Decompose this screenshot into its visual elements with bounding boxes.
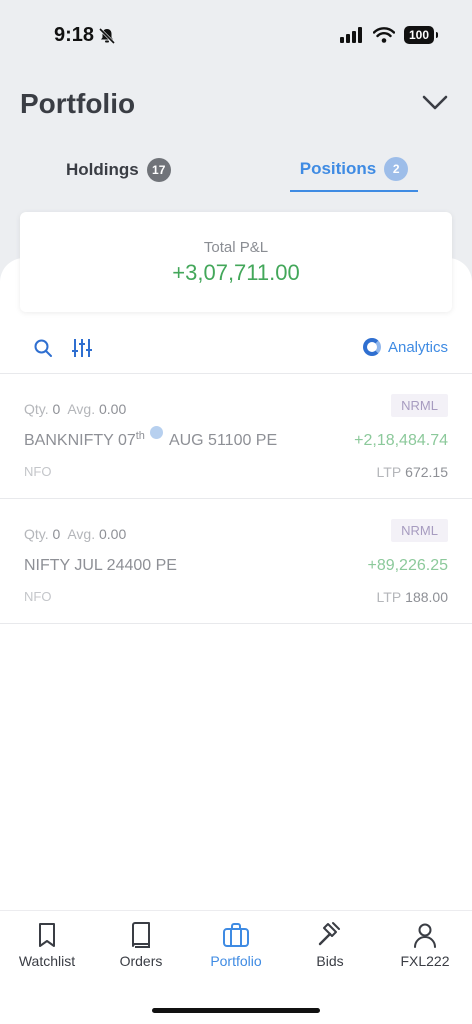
qty-label: Qty. — [24, 401, 49, 417]
portfolio-tabs: Holdings 17 Positions 2 — [0, 148, 472, 196]
count-badge: 2 — [384, 157, 409, 181]
avg-value: 0.00 — [99, 526, 127, 542]
ltp-value: 672.15 — [405, 464, 448, 480]
qty-avg: Qty. 0 Avg. 0.00 — [24, 401, 126, 417]
bell-muted-icon — [98, 27, 116, 44]
book-icon — [132, 922, 150, 948]
page-title: Portfolio — [20, 88, 136, 119]
home-indicator[interactable] — [152, 1008, 320, 1013]
nav-label: Bids — [316, 953, 344, 969]
positions-toolbar: Analytics — [0, 330, 472, 370]
bottom-nav: Watchlist Orders Portfolio Bids FXL222 — [0, 910, 472, 1024]
bookmark-icon — [39, 923, 55, 947]
nav-orders[interactable]: Orders — [94, 921, 188, 969]
exchange-label: NFO — [24, 589, 52, 604]
ltp-value: 188.00 — [405, 589, 448, 605]
nav-portfolio[interactable]: Portfolio — [189, 921, 283, 969]
symbol-part: BANKNIFTY 07 — [24, 432, 136, 449]
total-pnl-label: Total P&L — [203, 239, 269, 256]
status-indicators: 100 — [339, 26, 439, 44]
qty-value: 0 — [52, 526, 61, 542]
search-icon[interactable] — [33, 338, 53, 358]
signal-icon — [339, 27, 362, 43]
avg-label: Avg. — [67, 401, 96, 417]
position-pnl: +2,18,484.74 — [354, 432, 448, 449]
briefcase-icon — [223, 923, 249, 947]
instrument-name: NIFTY JUL 24400 PE — [24, 557, 177, 574]
clock-text: 9:18 — [54, 24, 95, 46]
nav-profile[interactable]: FXL222 — [378, 921, 472, 969]
ltp: LTP 188.00 — [377, 589, 448, 605]
position-row[interactable]: Qty. 0 Avg. 0.00 NRML NIFTY JUL 24400 PE… — [0, 499, 472, 623]
total-pnl-value: +3,07,711.00 — [172, 260, 300, 285]
battery-indicator: 100 — [403, 26, 439, 44]
nav-label: Watchlist — [18, 953, 76, 969]
divider — [0, 623, 472, 624]
position-pnl: +89,226.25 — [367, 557, 448, 574]
ltp-label: LTP — [376, 464, 402, 480]
qty-value: 0 — [52, 401, 61, 417]
analytics-button[interactable]: Analytics — [362, 338, 448, 356]
count-badge: 17 — [146, 158, 171, 182]
user-icon — [414, 923, 436, 948]
gavel-icon — [318, 922, 340, 946]
chevron-down-icon[interactable] — [422, 94, 448, 112]
analytics-ring-icon — [362, 338, 381, 356]
instrument-name: BANKNIFTY 07 th AUG 51100 PE — [24, 426, 278, 450]
tab-holdings[interactable]: Holdings 17 — [66, 148, 171, 192]
weekly-expiry-icon — [149, 426, 163, 439]
symbol-part: AUG 51100 PE — [168, 432, 278, 449]
ltp-label: LTP — [376, 589, 402, 605]
filter-sliders-icon[interactable] — [71, 338, 93, 358]
nav-label: Orders — [119, 953, 163, 969]
position-row[interactable]: Qty. 0 Avg. 0.00 NRML BANKNIFTY 07 th AU… — [0, 374, 472, 498]
avg-label: Avg. — [67, 526, 96, 542]
qty-label: Qty. — [24, 526, 49, 542]
product-badge: NRML — [391, 519, 448, 542]
tab-positions[interactable]: Positions 2 — [290, 148, 418, 192]
avg-value: 0.00 — [99, 401, 127, 417]
nav-label: Portfolio — [210, 953, 262, 969]
nav-bids[interactable]: Bids — [283, 921, 377, 969]
ltp: LTP 672.15 — [377, 464, 448, 480]
wifi-icon — [372, 27, 395, 43]
status-time: 9:18 — [54, 24, 116, 47]
nav-label: FXL222 — [400, 953, 450, 969]
nav-watchlist[interactable]: Watchlist — [0, 921, 94, 969]
analytics-label: Analytics — [387, 338, 448, 356]
exchange-label: NFO — [24, 464, 52, 479]
qty-avg: Qty. 0 Avg. 0.00 — [24, 526, 126, 542]
total-pnl-card: Total P&L +3,07,711.00 — [20, 212, 452, 312]
symbol-ordinal: th — [135, 430, 145, 442]
tab-label: Holdings — [66, 160, 139, 179]
tab-label: Positions — [299, 159, 377, 178]
status-bar: 9:18 100 — [0, 0, 472, 70]
product-badge: NRML — [391, 394, 448, 417]
